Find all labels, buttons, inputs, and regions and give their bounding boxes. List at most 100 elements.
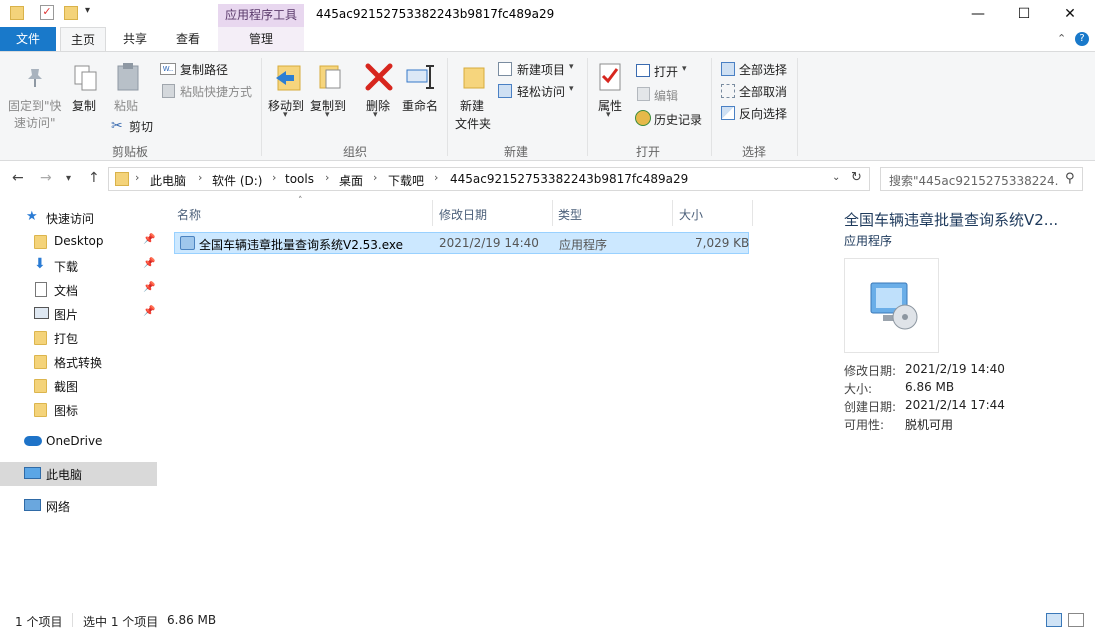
new-item-button[interactable]: 新建项目 — [517, 61, 565, 78]
copy-path-button[interactable]: 复制路径 — [180, 61, 228, 78]
chevron-down-icon: ▾ — [569, 62, 574, 72]
nav-label: 下载 — [54, 260, 79, 274]
nav-onedrive[interactable]: OneDrive — [0, 430, 157, 454]
maximize-button[interactable]: ☐ — [1001, 0, 1047, 27]
breadcrumb-drive[interactable]: 软件 (D:) — [212, 172, 262, 189]
nav-item-downloads[interactable]: ⬇ 下载 📌 — [0, 254, 157, 278]
close-button[interactable]: ✕ — [1047, 0, 1093, 27]
chevron-right-icon: › — [325, 171, 330, 184]
rename-button[interactable]: 重命名 — [402, 97, 438, 114]
column-header-name[interactable]: 名称 — [177, 206, 201, 223]
network-icon — [24, 499, 41, 511]
open-icon — [636, 64, 650, 77]
breadcrumb-desktop[interactable]: 桌面 — [339, 172, 363, 189]
easy-access-button[interactable]: 轻松访问 — [517, 83, 565, 100]
nav-item-documents[interactable]: 文档 📌 — [0, 278, 157, 302]
pin-quick-access-label-2[interactable]: 速访问" — [14, 114, 56, 131]
paste-shortcut-button[interactable]: 粘贴快捷方式 — [180, 83, 252, 100]
breadcrumb-tools[interactable]: tools — [285, 172, 314, 186]
invert-selection-button[interactable]: 反向选择 — [739, 105, 787, 122]
nav-label: 打包 — [54, 332, 79, 346]
select-none-button[interactable]: 全部取消 — [739, 83, 787, 100]
pin-quick-access-label-1[interactable]: 固定到"快 — [8, 97, 62, 114]
nav-network[interactable]: 网络 — [0, 494, 157, 518]
group-separator — [587, 58, 588, 156]
forward-icon[interactable]: → — [40, 170, 52, 186]
refresh-icon[interactable]: ↻ — [851, 170, 862, 185]
tab-file[interactable]: 文件 — [0, 27, 56, 51]
nav-this-pc[interactable]: 此电脑 — [0, 462, 157, 486]
file-modified: 2021/2/19 14:40 — [439, 236, 539, 250]
delete-button[interactable]: 删除 — [366, 97, 390, 114]
minimize-button[interactable]: — — [955, 0, 1001, 27]
chevron-down-icon: ▾ — [606, 110, 611, 120]
column-separator[interactable] — [672, 200, 673, 226]
search-icon[interactable]: ⚲ — [1065, 171, 1075, 186]
nav-item-pictures[interactable]: 图片 📌 — [0, 302, 157, 326]
cut-button[interactable]: 剪切 — [129, 118, 153, 135]
new-folder-button-line1[interactable]: 新建 — [460, 97, 484, 114]
search-input[interactable]: 搜索"445ac9215275338224... ⚲ — [880, 167, 1083, 191]
paste-button[interactable]: 粘贴 — [114, 97, 138, 114]
nav-label: 此电脑 — [46, 468, 83, 482]
details-created-label: 创建日期: — [844, 400, 897, 414]
address-dropdown-icon[interactable]: ⌄ — [832, 172, 840, 183]
properties-qat-icon[interactable]: ✓ — [40, 5, 54, 20]
large-icons-view-icon[interactable] — [1068, 613, 1084, 627]
history-button[interactable]: 历史记录 — [654, 111, 702, 128]
delete-icon — [365, 62, 393, 92]
qat-dropdown-icon[interactable]: ▾ — [85, 5, 90, 16]
breadcrumb-downloads[interactable]: 下载吧 — [388, 172, 424, 189]
chevron-down-icon: ▾ — [325, 110, 330, 120]
column-separator[interactable] — [752, 200, 753, 226]
rename-icon — [406, 64, 436, 90]
nav-item-icons[interactable]: 图标 — [0, 398, 157, 422]
tab-view[interactable]: 查看 — [165, 27, 211, 51]
column-separator[interactable] — [552, 200, 553, 226]
open-button[interactable]: 打开 — [654, 63, 678, 80]
group-label-new: 新建 — [504, 145, 529, 159]
help-icon[interactable]: ? — [1075, 32, 1089, 46]
column-header-size[interactable]: 大小 — [679, 206, 703, 223]
tab-share[interactable]: 共享 — [112, 27, 158, 51]
breadcrumb-this-pc[interactable]: 此电脑 — [150, 172, 186, 189]
select-all-icon — [721, 62, 735, 76]
table-row[interactable]: 全国车辆违章批量查询系统V2.53.exe 2021/2/19 14:40 应用… — [174, 232, 749, 254]
nav-quick-access[interactable]: ★ 快速访问 — [0, 206, 157, 230]
column-header-modified[interactable]: 修改日期 — [439, 206, 487, 223]
breadcrumb-current[interactable]: 445ac92152753382243b9817fc489a29 — [450, 172, 688, 186]
title-bar: ✓ ▾ 应用程序工具 445ac92152753382243b9817fc489… — [0, 0, 1095, 27]
edit-button[interactable]: 编辑 — [654, 87, 678, 104]
column-separator[interactable] — [432, 200, 433, 226]
tab-home[interactable]: 主页 — [60, 27, 106, 52]
nav-item-pack[interactable]: 打包 — [0, 326, 157, 350]
ribbon: 固定到"快 速访问" 复制 粘贴 W.. 复制路径 粘贴快捷方式 ✂ 剪切 剪贴… — [0, 51, 1095, 161]
nav-item-screenshots[interactable]: 截图 — [0, 374, 157, 398]
nav-label: 图标 — [54, 404, 79, 418]
chevron-down-icon: ▾ — [283, 110, 288, 120]
copy-button[interactable]: 复制 — [72, 97, 96, 114]
ribbon-collapse-icon[interactable]: ⌃ — [1057, 32, 1066, 45]
recent-locations-icon[interactable]: ▾ — [66, 173, 71, 184]
new-item-icon — [498, 62, 512, 76]
nav-item-desktop[interactable]: Desktop 📌 — [0, 230, 157, 254]
column-header-type[interactable]: 类型 — [558, 206, 582, 223]
select-all-button[interactable]: 全部选择 — [739, 61, 787, 78]
copy-path-icon: W.. — [160, 63, 176, 75]
nav-item-format-convert[interactable]: 格式转换 — [0, 350, 157, 374]
cut-icon: ✂ — [111, 118, 123, 134]
new-folder-button-line2[interactable]: 文件夹 — [455, 115, 491, 132]
address-bar[interactable]: › 此电脑 › 软件 (D:) › tools › 桌面 › 下载吧 › 445… — [108, 167, 870, 191]
details-modified-label: 修改日期: — [844, 364, 897, 378]
back-icon[interactable]: ← — [12, 170, 24, 186]
group-label-clipboard: 剪贴板 — [112, 145, 149, 159]
file-type: 应用程序 — [559, 238, 608, 252]
tab-manage[interactable]: 管理 — [218, 27, 304, 51]
details-view-icon[interactable] — [1046, 613, 1062, 627]
file-name[interactable]: 全国车辆违章批量查询系统V2.53.exe — [199, 236, 403, 253]
picture-icon — [34, 307, 49, 319]
nav-label: 网络 — [46, 500, 71, 514]
new-folder-qat-icon[interactable] — [64, 6, 78, 20]
search-placeholder: 搜索"445ac9215275338224... — [889, 174, 1059, 188]
up-icon[interactable]: ↑ — [88, 170, 100, 186]
